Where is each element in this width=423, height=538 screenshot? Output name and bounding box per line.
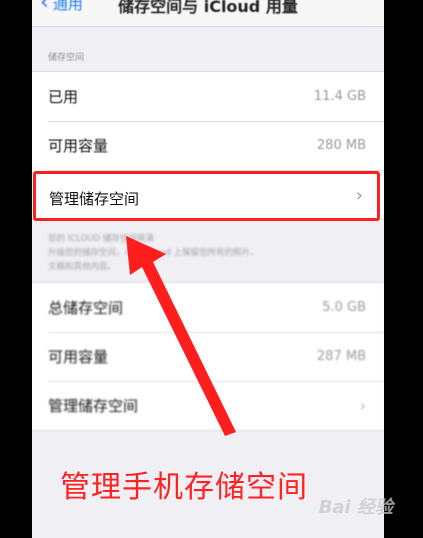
annotation-caption: 管理手机存储空间 [60, 470, 308, 505]
watermark-logo: Bai 经验 [318, 497, 393, 518]
annotation-arrow-icon [126, 236, 236, 436]
